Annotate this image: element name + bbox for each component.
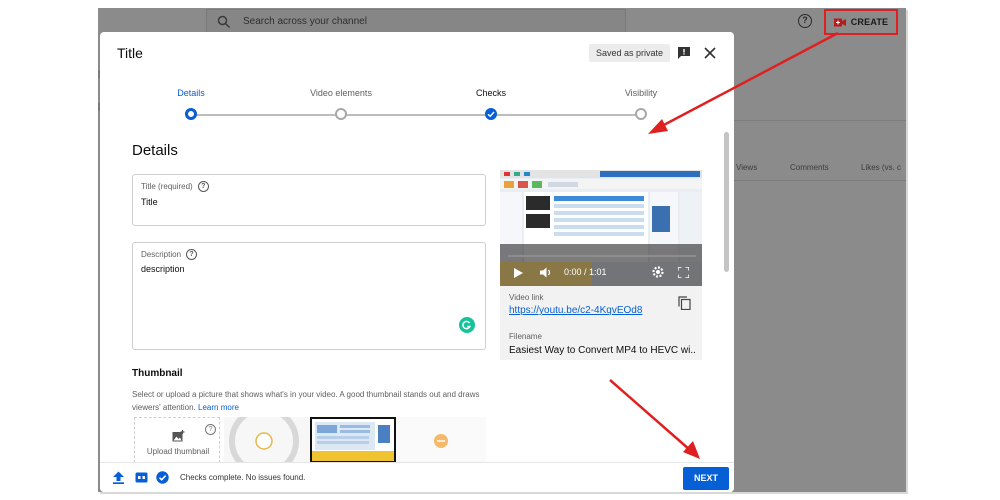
volume-icon[interactable] [540,267,552,278]
bg-divider [733,180,906,181]
description-field-value: description [141,264,185,274]
stepper-track [191,114,641,116]
title-field-label: Title (required) ? [141,181,209,192]
check-circle-icon[interactable] [156,471,169,484]
dialog-title: Title [117,45,143,61]
step-label: Details [177,88,205,98]
video-camera-icon [833,18,846,26]
step-label: Checks [475,88,506,98]
bg-column-views: Views [736,163,758,172]
search-icon [217,15,231,29]
dialog-footer: Checks complete. No issues found. NEXT [100,462,734,492]
description-field-label: Description ? [141,249,198,260]
upload-stepper: Details Video elements Checks Visibility [100,88,734,124]
bg-divider [733,120,906,121]
add-photo-icon [172,430,185,442]
saved-status-badge: Saved as private [589,44,671,62]
upload-thumbnail-label: Upload thumbnail [146,447,210,456]
help-icon[interactable]: ? [186,249,198,260]
thumbnail-description-text: Select or upload a picture that shows wh… [132,390,480,412]
video-link[interactable]: https://youtu.be/c2-4KqvEOd8 [509,305,642,316]
title-field-label-text: Title (required) [141,182,193,191]
step-pending-dot [335,108,347,120]
step-active-dot [185,108,197,120]
tab-visibility[interactable]: Visibility [586,88,696,120]
fullscreen-icon[interactable] [678,267,689,278]
video-link-label: Video link [509,293,544,302]
section-heading: Details [132,142,178,159]
thumbnail-heading: Thumbnail [132,368,183,379]
thumbnail-preview [434,434,448,448]
step-pending-dot [635,108,647,120]
upload-icon[interactable] [112,471,125,484]
filename-label: Filename [509,332,542,341]
help-icon[interactable]: ? [798,14,812,28]
bg-column-comments: Comments [790,163,829,172]
thumbnail-option[interactable] [224,417,310,463]
gear-icon[interactable] [652,266,664,278]
thumbnail-option-selected[interactable] [310,417,396,463]
screenshot-frame: Search across your channel ? CREATE View… [98,8,906,492]
bg-column-likes: Likes (vs. c [861,163,902,172]
thumbnail-preview [312,419,394,461]
checks-status: Checks complete. No issues found. [180,473,306,482]
search-placeholder: Search across your channel [243,16,367,27]
thumbnail-preview [224,417,310,463]
create-button[interactable]: CREATE [824,9,898,35]
title-field-value: Title [141,197,158,207]
learn-more-link[interactable]: Learn more [198,403,239,412]
feedback-icon[interactable] [677,46,691,59]
check-icon [485,108,497,120]
step-label: Video elements [310,88,372,98]
tab-video-elements[interactable]: Video elements [286,88,396,120]
video-time: 0:00 / 1:01 [564,267,607,277]
play-icon[interactable] [514,268,523,278]
tab-checks[interactable]: Checks [436,88,546,120]
hd-icon[interactable] [135,471,148,484]
close-icon[interactable] [703,46,717,60]
help-icon[interactable]: ? [197,181,209,192]
tab-details[interactable]: Details [136,88,246,120]
copy-icon[interactable] [678,296,691,310]
filename-value: Easiest Way to Convert MP4 to HEVC wi... [509,345,695,356]
step-label: Visibility [624,88,658,98]
grammarly-icon[interactable] [459,317,475,333]
dialog-scrollbar[interactable] [724,132,729,272]
video-preview-card: 0:00 / 1:01 Video link https://youtu.be/… [500,170,702,360]
upload-thumbnail-button[interactable]: ? Upload thumbnail [134,417,220,463]
thumbnail-description: Select or upload a picture that shows wh… [132,388,492,414]
help-icon[interactable]: ? [205,424,216,435]
next-button[interactable]: NEXT [683,467,729,490]
create-label: CREATE [850,17,889,27]
description-field[interactable]: Description ? description [132,242,486,350]
description-field-label-text: Description [141,250,182,259]
title-field[interactable]: Title (required) ? Title [132,174,486,226]
video-player[interactable]: 0:00 / 1:01 [500,170,702,286]
upload-dialog: Title Saved as private Details Video ele… [100,32,734,492]
thumbnail-option[interactable] [396,417,486,463]
